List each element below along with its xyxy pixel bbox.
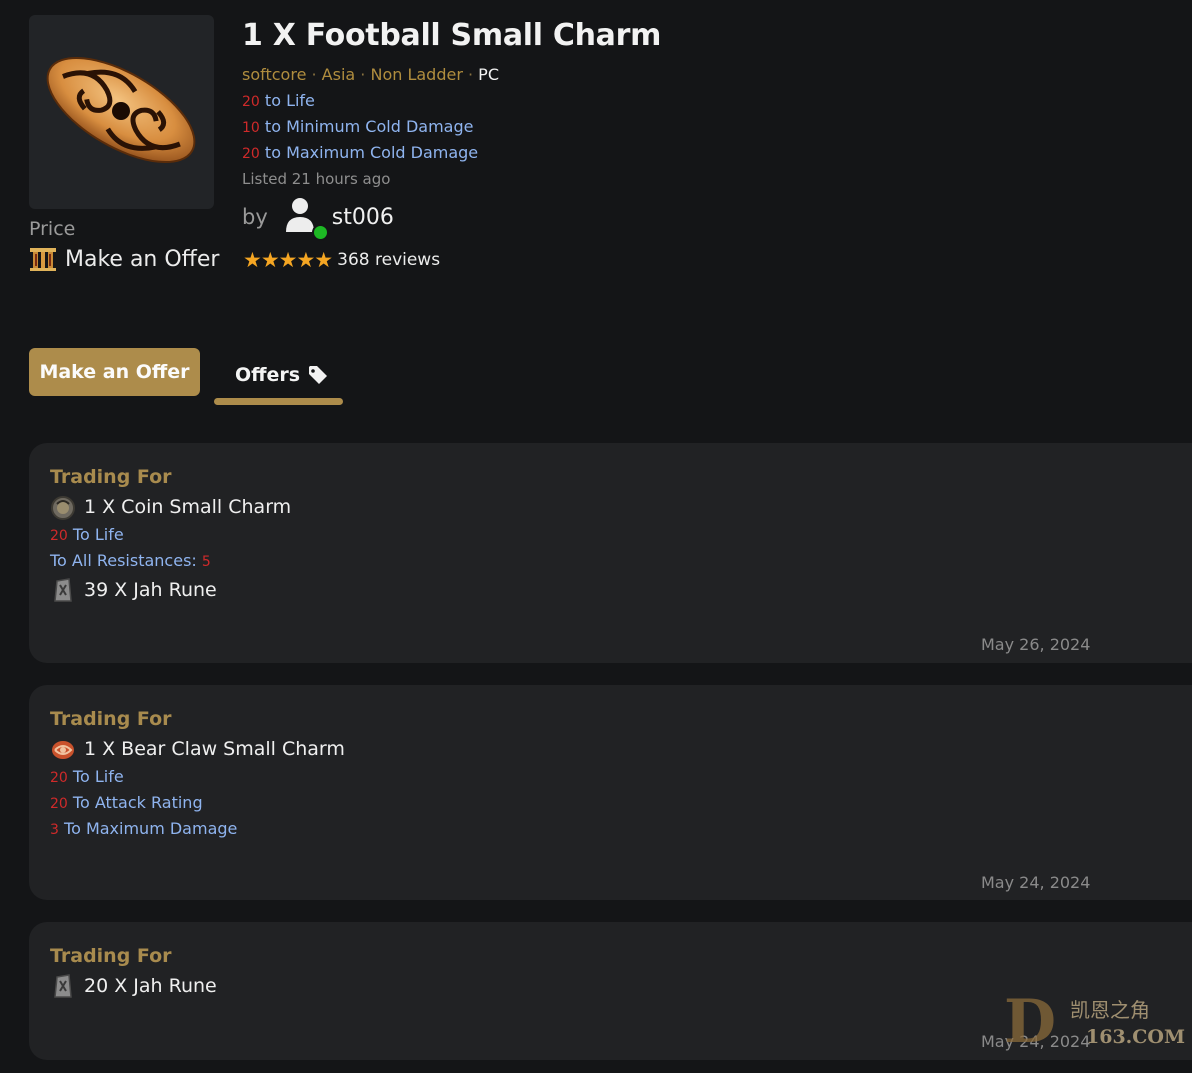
watermark-text: 凯恩之角 xyxy=(1070,998,1150,1022)
offer-stat: 3 To Maximum Damage xyxy=(50,819,238,838)
offer-date: May 26, 2024 xyxy=(981,635,1091,654)
offer-stat: To All Resistances: 5 xyxy=(50,551,211,570)
charm-icon xyxy=(46,56,196,164)
avatar[interactable] xyxy=(284,196,329,241)
seller-name[interactable]: st006 xyxy=(332,205,394,230)
offer-item: 39 X Jah Rune xyxy=(50,577,217,603)
make-offer-button[interactable]: Make an Offer xyxy=(29,348,200,396)
seller-row: by st006 xyxy=(242,196,394,241)
online-status-dot xyxy=(311,224,329,241)
listed-time: Listed 21 hours ago xyxy=(242,170,391,188)
watermark-text: 163.COM xyxy=(1086,1026,1185,1048)
offer-stat: 20 To Attack Rating xyxy=(50,793,203,812)
by-label: by xyxy=(242,205,268,229)
offer-date: May 24, 2024 xyxy=(981,873,1091,892)
ladder: Non Ladder xyxy=(370,65,463,84)
tab-active-indicator xyxy=(214,398,343,405)
site-watermark: D 凯恩之角 163.COM xyxy=(998,982,1185,1057)
tag-icon xyxy=(309,366,328,384)
price-value: Make an Offer xyxy=(29,246,219,272)
price-value-text: Make an Offer xyxy=(65,246,220,272)
meta-separator: · xyxy=(462,65,479,84)
offer-stat: 20 To Life xyxy=(50,525,124,544)
item-image xyxy=(29,15,214,209)
trading-for-heading: Trading For xyxy=(50,945,172,967)
offer-card: Trading For 1 X Bear Claw Small Charm 20… xyxy=(29,685,1192,900)
meta-separator: · xyxy=(355,65,371,84)
item-title: 1 X Football Small Charm xyxy=(242,18,662,53)
region: Asia xyxy=(321,65,356,84)
rating-row: ★★★★★ 368 reviews xyxy=(243,248,440,272)
bear-claw-charm-icon xyxy=(52,741,74,759)
star-rating-icon: ★★★★★ xyxy=(243,248,333,272)
tab-offers-label: Offers xyxy=(235,364,328,386)
jah-rune-icon xyxy=(54,578,72,602)
item-stat: 20 to Maximum Cold Damage xyxy=(242,143,479,162)
offer-stat: 20 To Life xyxy=(50,767,124,786)
offer-item: 1 X Coin Small Charm xyxy=(50,494,291,520)
price-label: Price xyxy=(29,218,76,240)
coin-charm-icon xyxy=(51,496,75,520)
mode: softcore xyxy=(242,65,307,84)
svg-text:D: D xyxy=(1004,987,1056,1054)
meta-separator: · xyxy=(306,65,322,84)
pillar-icon xyxy=(30,248,56,271)
trading-for-heading: Trading For xyxy=(50,466,172,488)
watermark-logo: D xyxy=(1004,987,1056,1057)
jah-rune-icon xyxy=(54,974,72,998)
offer-item: 1 X Bear Claw Small Charm xyxy=(50,736,345,762)
item-stat: 10 to Minimum Cold Damage xyxy=(242,117,474,136)
item-meta: softcore · Asia · Non Ladder · PC xyxy=(242,65,499,84)
offer-card: Trading For 1 X Coin Small Charm 20 To L… xyxy=(29,443,1192,663)
trading-for-heading: Trading For xyxy=(50,708,172,730)
tab-offers[interactable]: Offers xyxy=(214,360,343,406)
platform: PC xyxy=(478,65,499,84)
item-stat: 20 to Life xyxy=(242,91,315,110)
offer-item: 20 X Jah Rune xyxy=(50,973,217,999)
reviews-link[interactable]: 368 reviews xyxy=(337,250,440,270)
